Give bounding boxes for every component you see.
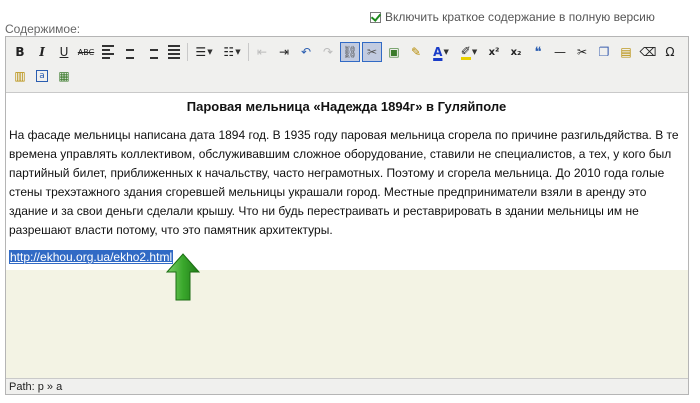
superscript-icon[interactable]: x² [484, 42, 504, 62]
indent-icon[interactable]: ⇥ [274, 42, 294, 62]
bold-icon[interactable]: B [10, 42, 30, 62]
selected-link[interactable]: http://ekhou.org.ua/ekho2.html [9, 250, 174, 264]
horizontal-rule-icon[interactable]: — [550, 42, 570, 62]
paste-icon[interactable]: ▤ [616, 42, 636, 62]
cleanup-icon[interactable]: ✎ [406, 42, 426, 62]
status-bar: Path: p » a [6, 378, 688, 394]
special-char-icon[interactable]: Ω [660, 42, 680, 62]
align-center-icon[interactable] [120, 42, 140, 62]
checkbox-checked-icon[interactable] [370, 11, 381, 23]
toolbar-row-1: B I U ABC ☰ ▼ ☷ ▼ ⇤ ⇥ ↶ ↷ ⛓ ✂ ▣ ✎ A ▼ ✐ ▼ x²… [10, 41, 682, 63]
rich-text-editor: B I U ABC ☰ ▼ ☷ ▼ ⇤ ⇥ ↶ ↷ ⛓ ✂ ▣ ✎ A ▼ ✐ ▼ x²… [5, 36, 689, 395]
top-row: Включить краткое содержание в полную вер… [0, 0, 700, 36]
document-paragraph: На фасаде мельницы написана дата 1894 го… [9, 128, 679, 237]
link-icon[interactable]: ⛓ [340, 42, 360, 62]
background-color-icon[interactable]: ✐ ▼ [456, 42, 482, 62]
select-all-icon[interactable]: a [32, 66, 52, 86]
strikethrough-icon[interactable]: ABC [76, 42, 96, 62]
bullet-list-icon[interactable]: ☰ ▼ [191, 42, 217, 62]
cut-icon[interactable]: ✂ [572, 42, 592, 62]
align-justify-icon[interactable] [164, 42, 184, 62]
content-label: Содержимое: [5, 22, 81, 36]
copy-icon[interactable]: ❐ [594, 42, 614, 62]
up-arrow-icon [166, 253, 200, 301]
toolbar-separator [248, 43, 249, 61]
image-icon[interactable]: ▣ [384, 42, 404, 62]
toolbar-row-2: ▥ a ▦ [10, 65, 76, 87]
text-color-icon[interactable]: A ▼ [428, 42, 454, 62]
media-icon[interactable]: ▦ [54, 66, 74, 86]
unlink-icon[interactable]: ✂ [362, 42, 382, 62]
align-right-icon[interactable] [142, 42, 162, 62]
editor-content-area[interactable]: Паровая мельница «Надежда 1894г» в Гуляй… [6, 93, 688, 378]
numbered-list-icon[interactable]: ☷ ▼ [219, 42, 245, 62]
document-title: Паровая мельница «Надежда 1894г» в Гуляй… [186, 99, 507, 114]
undo-icon[interactable]: ↶ [296, 42, 316, 62]
element-path[interactable]: Path: p » a [9, 381, 62, 393]
paste-text-icon[interactable]: ▥ [10, 66, 30, 86]
document-body: Паровая мельница «Надежда 1894г» в Гуляй… [6, 93, 688, 270]
align-left-icon[interactable] [98, 42, 118, 62]
eraser-icon[interactable]: ⌫ [638, 42, 658, 62]
editor-toolbar: B I U ABC ☰ ▼ ☷ ▼ ⇤ ⇥ ↶ ↷ ⛓ ✂ ▣ ✎ A ▼ ✐ ▼ x²… [6, 37, 688, 93]
include-summary-checkbox[interactable]: Включить краткое содержание в полную вер… [370, 9, 655, 25]
link-line: http://ekhou.org.ua/ekho2.html [9, 250, 684, 266]
subscript-icon[interactable]: x₂ [506, 42, 526, 62]
italic-icon[interactable]: I [32, 42, 52, 62]
redo-icon[interactable]: ↷ [318, 42, 338, 62]
include-summary-label: Включить краткое содержание в полную вер… [385, 10, 655, 24]
blockquote-icon[interactable]: ❝ [528, 42, 548, 62]
underline-icon[interactable]: U [54, 42, 74, 62]
toolbar-separator [187, 43, 188, 61]
outdent-icon[interactable]: ⇤ [252, 42, 272, 62]
